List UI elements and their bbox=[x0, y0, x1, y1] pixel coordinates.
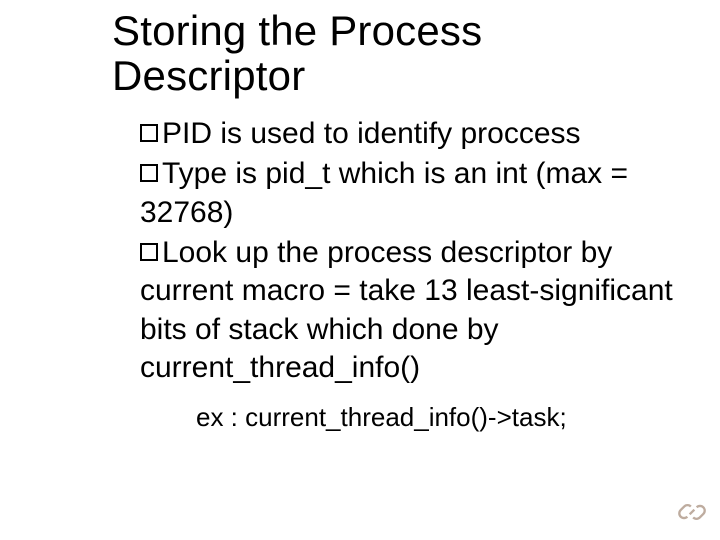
slide-body: PID is used to identify proccess Type is… bbox=[112, 115, 680, 436]
example-text: ex : current_thread_info()->task; bbox=[140, 401, 680, 435]
chain-link-icon bbox=[678, 498, 706, 526]
bullet-item: Type is pid_t which is an int (max = 327… bbox=[140, 155, 680, 232]
bullet-text: Look up the process descriptor by curren… bbox=[140, 236, 673, 384]
checkbox-icon bbox=[140, 243, 158, 261]
bullet-text: PID is used to identify proccess bbox=[162, 117, 581, 150]
checkbox-icon bbox=[140, 124, 158, 142]
bullet-item: Look up the process descriptor by curren… bbox=[140, 234, 680, 388]
slide: Storing the Process Descriptor PID is us… bbox=[0, 0, 720, 540]
bullet-text: Type is pid_t which is an int (max = 327… bbox=[140, 157, 628, 228]
checkbox-icon bbox=[140, 164, 158, 182]
bullet-item: PID is used to identify proccess bbox=[140, 115, 680, 153]
slide-title: Storing the Process Descriptor bbox=[112, 8, 680, 99]
